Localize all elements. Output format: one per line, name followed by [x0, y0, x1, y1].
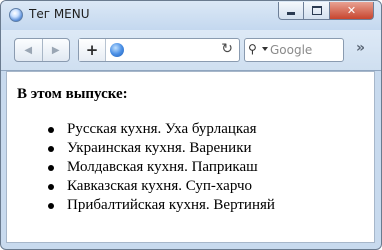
search-icon[interactable]: ⚲ [248, 42, 257, 56]
page-heading: В этом выпуске: [17, 86, 128, 102]
address-bar[interactable]: + ↻ [78, 38, 240, 62]
list-item: Молдавская кухня. Паприкаш [45, 158, 275, 177]
maximize-button[interactable] [304, 2, 330, 20]
page-content: В этом выпуске: Русская кухня. Уха бурла… [6, 71, 375, 243]
globe-icon [110, 43, 124, 57]
search-engine-dropdown-icon[interactable] [262, 47, 268, 51]
close-button[interactable]: ✕ [330, 2, 374, 20]
close-icon: ✕ [346, 4, 357, 17]
maximize-icon [311, 6, 322, 15]
list-item: Русская кухня. Уха бурлацкая [45, 120, 275, 139]
window-title: Тег MENU [29, 7, 90, 21]
navigation-toolbar: ◀ ▶ + ↻ ⚲ » [1, 30, 381, 71]
title-bar[interactable]: Тег MENU ✕ [1, 1, 381, 30]
list-item: Украинская кухня. Вареники [45, 139, 275, 158]
new-tab-button[interactable]: + [79, 39, 106, 61]
browser-window: Тег MENU ✕ ◀ ▶ + ↻ ⚲ Google » В этом вып… [0, 0, 382, 250]
search-box[interactable]: ⚲ [244, 38, 344, 62]
plus-icon: + [85, 41, 99, 59]
back-arrow-icon: ◀ [24, 44, 33, 56]
back-button[interactable]: ◀ [15, 39, 43, 61]
forward-button[interactable]: ▶ [43, 39, 70, 61]
search-input[interactable] [270, 41, 340, 59]
history-nav: ◀ ▶ [14, 38, 70, 62]
window-controls: ✕ [278, 2, 374, 20]
minimize-icon [287, 11, 295, 15]
list-item: Прибалтийская кухня. Вертиняй [45, 196, 275, 215]
toolbar-overflow-icon[interactable]: » [356, 40, 365, 56]
menu-list: Русская кухня. Уха бурлацкая Украинская … [45, 120, 275, 215]
forward-arrow-icon: ▶ [51, 44, 60, 56]
list-item: Кавказская кухня. Суп-харчо [45, 177, 275, 196]
reload-icon[interactable]: ↻ [221, 41, 233, 57]
browser-logo-icon [9, 8, 23, 22]
minimize-button[interactable] [278, 2, 304, 20]
